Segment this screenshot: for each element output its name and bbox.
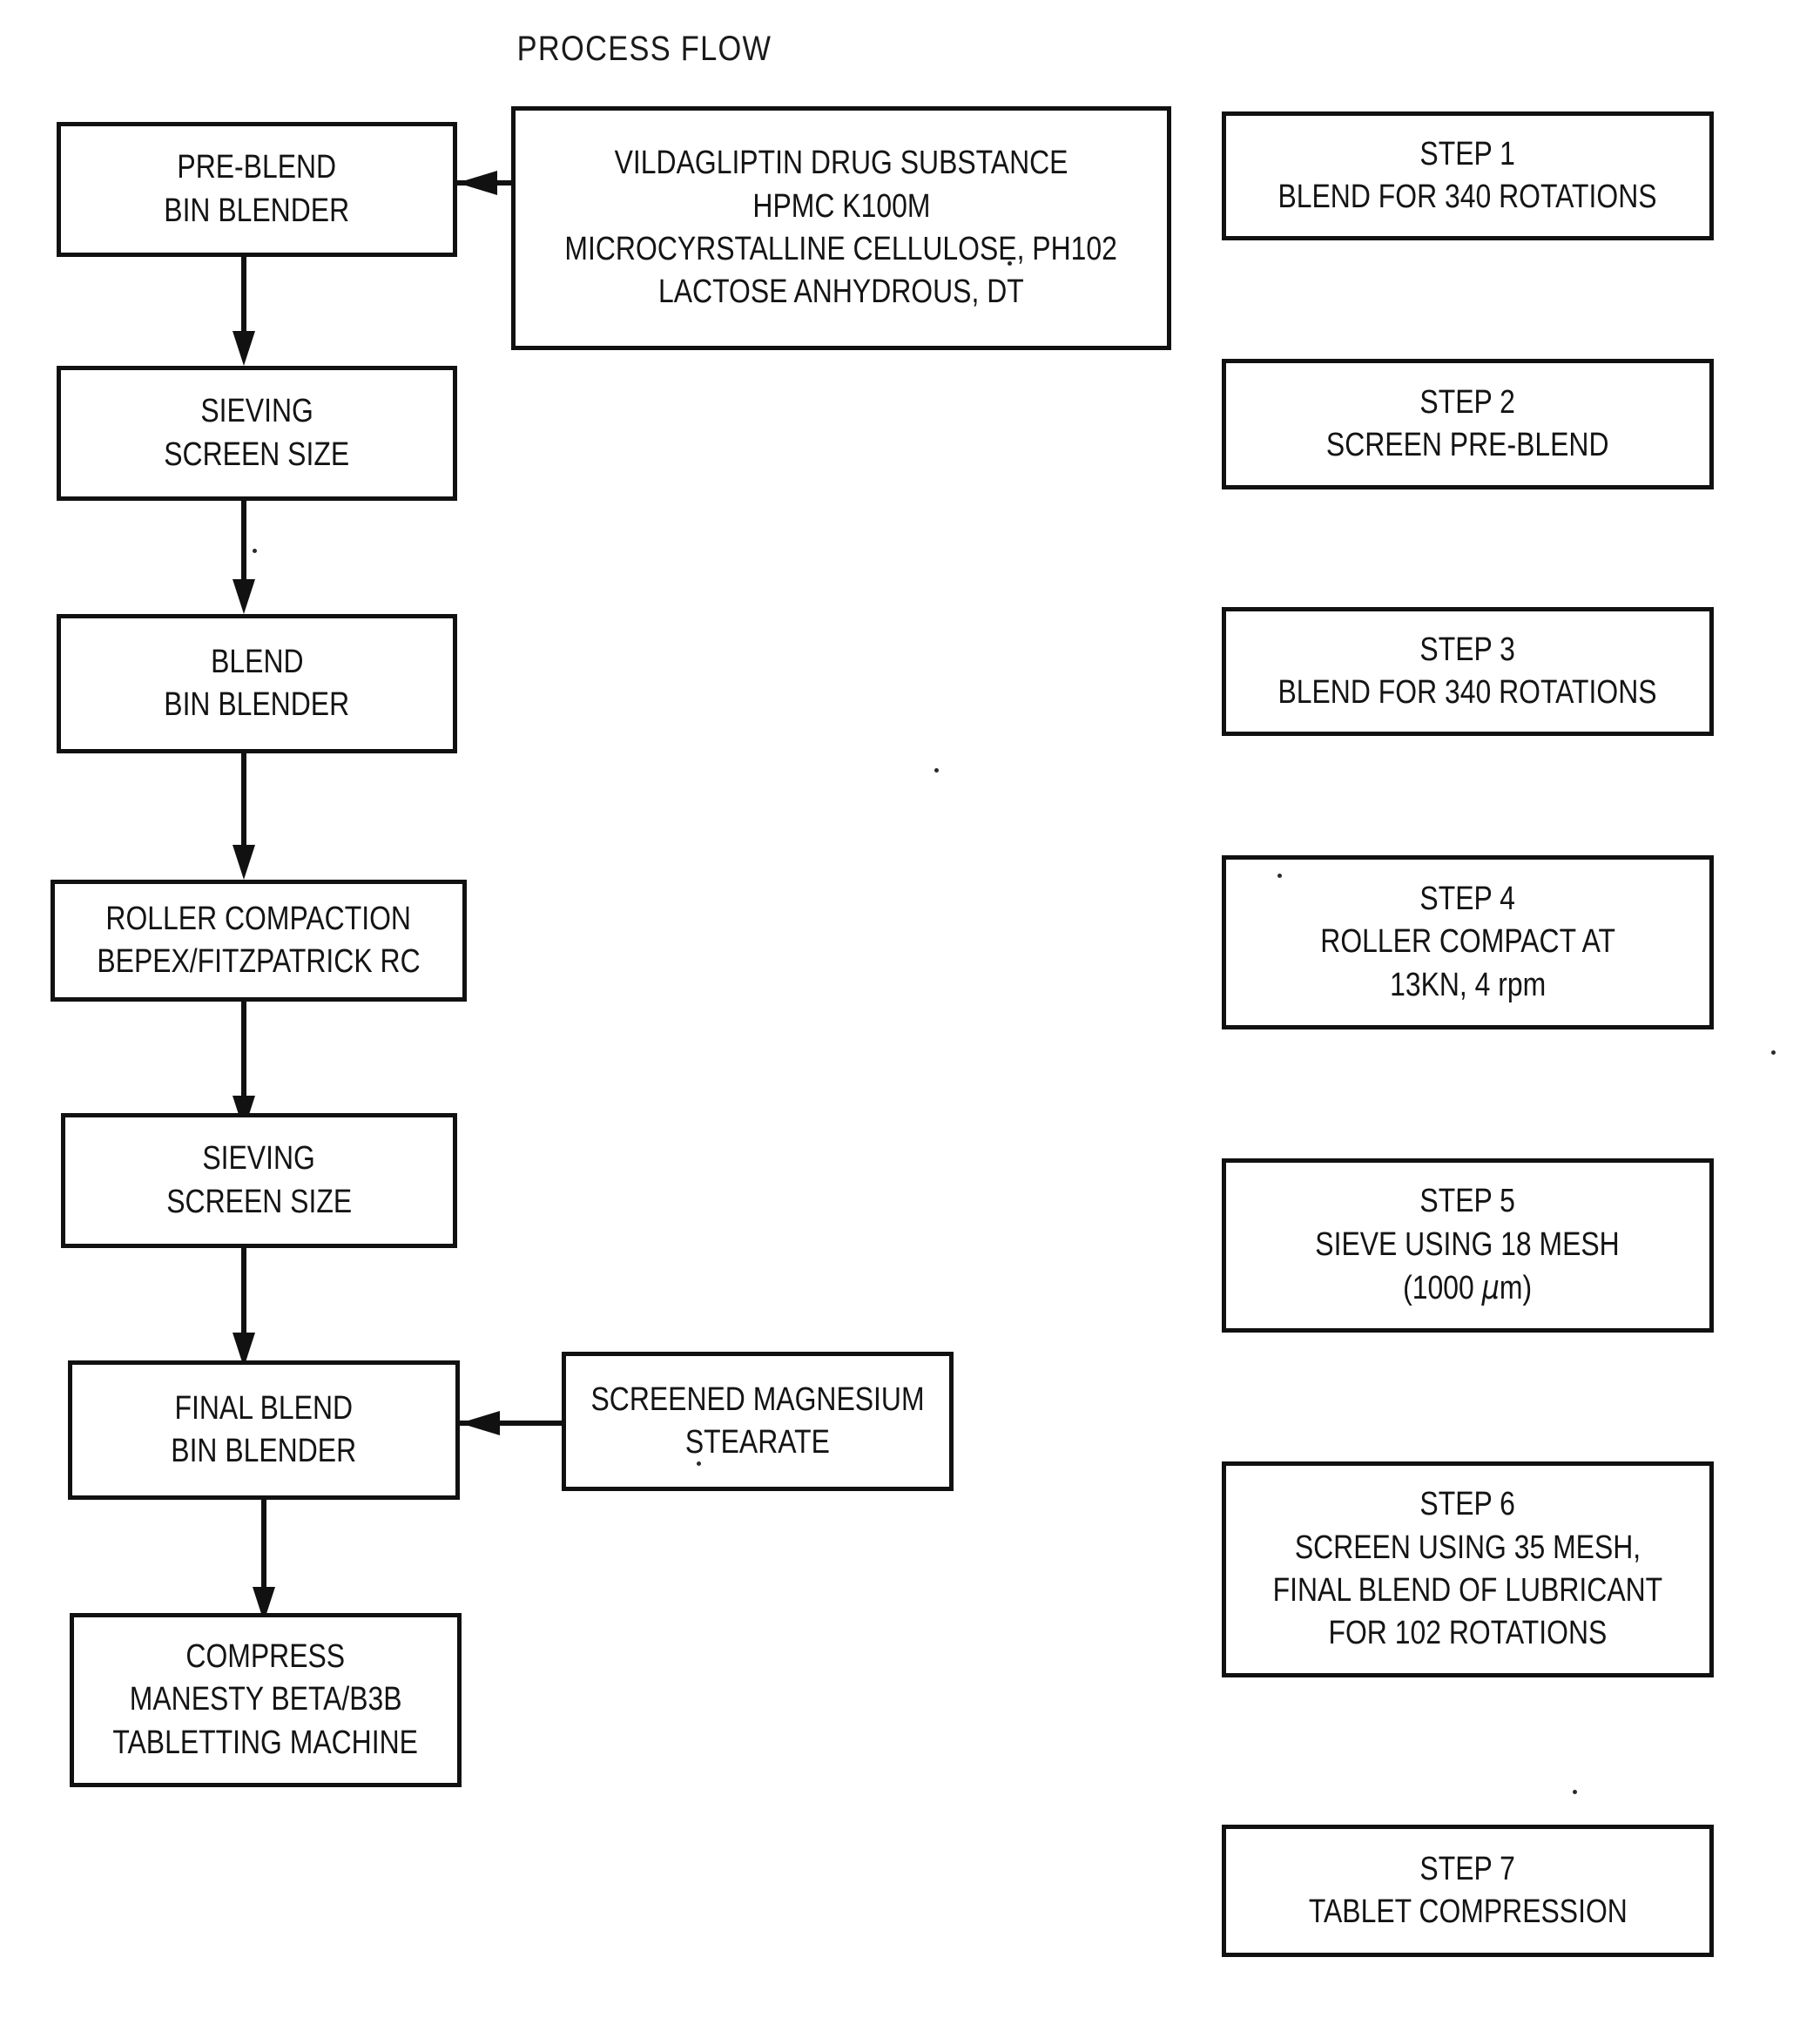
process-box-blend: BLEND BIN BLENDER <box>57 614 457 753</box>
process-box-line: MANESTY BETA/B3B <box>129 1681 402 1718</box>
step-description: SIEVE USING 18 MESH <box>1315 1225 1621 1263</box>
process-box-line: BIN BLENDER <box>164 192 350 229</box>
step-description: (1000 μm) <box>1403 1268 1533 1307</box>
arrow-head-left <box>457 171 497 195</box>
additive-line: SCREENED MAGNESIUM <box>590 1380 925 1418</box>
scan-artifact <box>1277 874 1282 878</box>
process-box-pre-blend: PRE-BLEND BIN BLENDER <box>57 122 457 257</box>
ingredient-line: LACTOSE ANHYDROUS, DT <box>658 273 1024 311</box>
step-description: BLEND FOR 340 ROTATIONS <box>1277 179 1658 215</box>
process-box-line: BLEND <box>210 643 304 680</box>
process-box-line: FINAL BLEND <box>174 1389 354 1427</box>
scan-artifact <box>253 549 257 553</box>
process-box-line: SCREEN SIZE <box>166 1183 352 1220</box>
step-number: STEP 6 <box>1419 1486 1516 1523</box>
connector-line-final-blend-to-compress <box>261 1500 266 1600</box>
step-number: STEP 1 <box>1419 135 1516 172</box>
page-title: PROCESS FLOW <box>516 30 772 68</box>
step-description: BLEND FOR 340 ROTATIONS <box>1277 674 1658 711</box>
ingredient-line: HPMC K100M <box>752 187 930 225</box>
scan-artifact <box>697 1461 701 1466</box>
step-description: ROLLER COMPACT AT <box>1320 923 1615 961</box>
step-number: STEP 3 <box>1419 631 1516 668</box>
connector-line-blend-to-roller-compaction <box>241 753 246 860</box>
step-number: STEP 7 <box>1419 1850 1516 1887</box>
process-box-line: BIN BLENDER <box>171 1433 357 1469</box>
connector-line-roller-compaction-to-sieving-2 <box>241 1002 246 1110</box>
additive-line: STEARATE <box>684 1424 831 1461</box>
step-description: FINAL BLEND OF LUBRICANT <box>1272 1572 1663 1609</box>
process-box-line: PRE-BLEND <box>177 149 337 186</box>
step-box-4: STEP 4 ROLLER COMPACT AT 13KN, 4 rpm <box>1222 855 1714 1029</box>
arrow-head-down <box>233 579 255 614</box>
process-box-line: COMPRESS <box>185 1637 346 1675</box>
process-box-line: SIEVING <box>202 1140 316 1178</box>
process-box-final-blend: FINAL BLEND BIN BLENDER <box>68 1360 460 1500</box>
process-box-line: BEPEX/FITZPATRICK RC <box>97 943 421 980</box>
step-number: STEP 4 <box>1419 880 1516 917</box>
process-box-compress: COMPRESS MANESTY BETA/B3B TABLETTING MAC… <box>70 1613 462 1787</box>
scan-artifact <box>1573 1790 1577 1794</box>
scan-artifact <box>934 768 939 773</box>
process-box-line: SIEVING <box>200 393 313 430</box>
step-description: SCREEN PRE-BLEND <box>1326 427 1609 463</box>
process-box-line: ROLLER COMPACTION <box>105 900 412 937</box>
process-box-roller-compaction: ROLLER COMPACTION BEPEX/FITZPATRICK RC <box>51 880 467 1002</box>
step-description: 13KN, 4 rpm <box>1389 966 1547 1003</box>
process-box-line: SCREEN SIZE <box>164 435 350 473</box>
step-number: STEP 2 <box>1419 383 1516 421</box>
process-box-sieving-2: SIEVING SCREEN SIZE <box>61 1113 457 1248</box>
scan-artifact <box>1771 1050 1776 1055</box>
step-box-1: STEP 1 BLEND FOR 340 ROTATIONS <box>1222 111 1714 240</box>
step-description: FOR 102 ROTATIONS <box>1328 1615 1608 1652</box>
ingredients-box: VILDAGLIPTIN DRUG SUBSTANCE HPMC K100M M… <box>511 106 1171 350</box>
arrow-head-down <box>233 845 255 880</box>
step-description: SCREEN USING 35 MESH, <box>1294 1529 1641 1566</box>
ingredient-line: MICROCYRSTALLINE CELLULOSE, PH102 <box>564 231 1118 267</box>
arrow-head-left <box>460 1411 500 1435</box>
process-flow-diagram: PROCESS FLOW PRE-BLEND BIN BLENDER SIEVI… <box>0 0 1820 2018</box>
step-number: STEP 5 <box>1419 1183 1516 1220</box>
step-box-5: STEP 5 SIEVE USING 18 MESH (1000 μm) <box>1222 1158 1714 1333</box>
ingredient-line: VILDAGLIPTIN DRUG SUBSTANCE <box>614 145 1068 182</box>
step-description: TABLET COMPRESSION <box>1308 1893 1628 1930</box>
process-box-line: BIN BLENDER <box>164 686 350 723</box>
step-box-7: STEP 7 TABLET COMPRESSION <box>1222 1825 1714 1957</box>
additive-box-magnesium-stearate: SCREENED MAGNESIUM STEARATE <box>562 1352 954 1491</box>
step-box-3: STEP 3 BLEND FOR 340 ROTATIONS <box>1222 607 1714 736</box>
process-box-sieving-1: SIEVING SCREEN SIZE <box>57 366 457 501</box>
arrow-head-down <box>233 331 255 366</box>
step-box-2: STEP 2 SCREEN PRE-BLEND <box>1222 359 1714 489</box>
scan-artifact <box>1008 261 1012 266</box>
step-box-6: STEP 6 SCREEN USING 35 MESH, FINAL BLEND… <box>1222 1461 1714 1677</box>
process-box-line: TABLETTING MACHINE <box>112 1724 419 1761</box>
